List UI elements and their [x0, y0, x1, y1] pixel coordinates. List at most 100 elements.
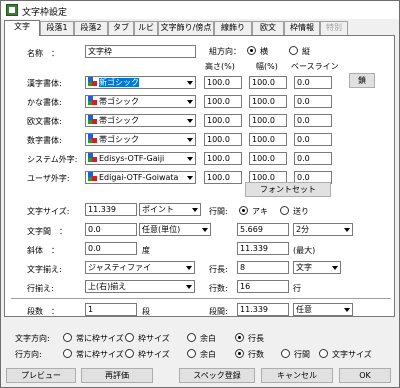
tab-item[interactable]: 段落2 [74, 21, 108, 35]
font-row-label: 数字書体: [27, 136, 62, 145]
text-direction-radio[interactable] [63, 333, 72, 342]
chevron-down-icon [183, 281, 194, 292]
tab-item[interactable]: 欧文 [252, 21, 284, 35]
font-row-label: 漢字書体: [27, 79, 62, 88]
reevaluate-button[interactable]: 再評価 [81, 368, 153, 383]
line-spacing-okuri-radio[interactable] [280, 206, 289, 215]
font-height-input[interactable]: 100.0 [204, 152, 242, 165]
line-align-value: 上(右)揃え [88, 282, 127, 291]
font-baseline-input[interactable]: 0.0 [294, 95, 332, 108]
font-select[interactable]: 新ゴシック [85, 76, 196, 89]
app-icon [6, 4, 18, 16]
font-row-label: かな書体: [27, 98, 62, 107]
tab-item[interactable]: ルビ [134, 21, 158, 35]
font-size-label: 文字サイズ: [27, 207, 70, 216]
line-count-input[interactable]: 16 [237, 280, 289, 293]
direction-yoko-label: 横 [260, 47, 268, 56]
text-direction-radio[interactable] [235, 333, 244, 342]
font-baseline-input[interactable]: 0.0 [294, 114, 332, 127]
name-input[interactable]: 文字枠 [85, 45, 196, 58]
font-width-input[interactable]: 100.0 [249, 133, 287, 146]
font-width-input[interactable]: 100.0 [249, 114, 287, 127]
font-height-input[interactable]: 100.0 [204, 114, 242, 127]
font-width-input[interactable]: 100.0 [249, 152, 287, 165]
tab-item[interactable]: 枠情報 [284, 21, 320, 35]
font-select[interactable]: 帯ゴシック [85, 133, 196, 146]
column-gap-label: 段間: [209, 307, 228, 316]
font-type-icon [88, 96, 97, 105]
font-width-input[interactable]: 100.0 [249, 76, 287, 89]
line-spacing-unit-select[interactable]: 2分 [293, 223, 353, 236]
char-align-select[interactable]: ジャスティファイ [85, 261, 195, 274]
columns-input[interactable]: 1 [85, 303, 137, 316]
font-baseline-input[interactable]: 0.0 [294, 76, 332, 89]
tab-item[interactable]: 文字飾り/傍点 [158, 21, 214, 35]
font-select[interactable]: Edisys-OTF-Gaiji [85, 152, 196, 165]
line-direction-radio[interactable] [281, 349, 290, 358]
line-direction-option: 余白 [200, 350, 216, 359]
columns-unit: 段 [142, 307, 150, 316]
line-spacing-max-note: (最大) [293, 246, 316, 255]
text-direction-option: 常に枠サイズ [76, 334, 124, 343]
line-direction-radio[interactable] [125, 349, 134, 358]
font-baseline-input[interactable]: 0.0 [294, 152, 332, 165]
chevron-down-icon [341, 304, 352, 315]
char-spacing-unit: 任意(単位) [142, 225, 181, 234]
font-name: 帯ゴシック [99, 116, 139, 125]
direction-tate-radio[interactable] [289, 46, 298, 55]
line-direction-option: 行間 [294, 350, 310, 359]
font-name: 新ゴシック [99, 78, 139, 87]
font-type-icon [88, 153, 97, 162]
font-width-input[interactable]: 100.0 [249, 95, 287, 108]
font-select[interactable]: 帯ゴシック [85, 114, 196, 127]
text-direction-label: 文字方向: [15, 334, 50, 343]
preview-button[interactable]: プレビュー [6, 368, 76, 383]
line-direction-radio[interactable] [187, 349, 196, 358]
text-direction-radio[interactable] [187, 333, 196, 342]
line-align-select[interactable]: 上(右)揃え [85, 280, 195, 293]
column-gap-input[interactable]: 11.339 [237, 303, 289, 316]
spec-register-button[interactable]: スペック登録 [179, 368, 255, 383]
ok-button[interactable]: OK [339, 368, 391, 383]
line-direction-radio[interactable] [319, 349, 328, 358]
line-length-input[interactable]: 8 [237, 261, 289, 274]
text-direction-option: 行長 [248, 334, 264, 343]
font-size-input[interactable]: 11.339 [85, 203, 137, 216]
font-height-input[interactable]: 100.0 [204, 76, 242, 89]
font-select[interactable]: 帯ゴシック [85, 95, 196, 108]
slant-input[interactable]: 0.0 [85, 242, 137, 255]
font-baseline-input[interactable]: 0.0 [294, 133, 332, 146]
tab-item[interactable]: 文字 [4, 20, 40, 36]
direction-yoko-radio[interactable] [247, 46, 256, 55]
font-height-input[interactable]: 100.0 [204, 95, 242, 108]
column-gap-unit-select[interactable]: 任意 [293, 303, 353, 316]
font-set-button[interactable]: フォントセット [245, 182, 331, 197]
font-select[interactable]: Edigai-OTF-Goiwata [85, 171, 196, 184]
line-spacing-input[interactable]: 5.669 [237, 223, 289, 236]
font-size-unit-select[interactable]: ポイント [139, 203, 201, 216]
text-direction-radio[interactable] [125, 333, 134, 342]
tab-item[interactable]: 段落1 [40, 21, 74, 35]
line-length-unit-select[interactable]: 文字 [293, 261, 341, 274]
tab-item[interactable]: 線飾り [214, 21, 252, 35]
line-direction-option: 文字サイズ [332, 350, 372, 359]
link-button[interactable]: 鎖 [349, 73, 375, 88]
cancel-button[interactable]: キャンセル [261, 368, 333, 383]
slant-label: 斜体 ： [27, 246, 59, 255]
height-header: 高さ(%) [205, 62, 235, 71]
line-direction-radio[interactable] [235, 349, 244, 358]
line-spacing-max-input[interactable]: 11.339 [237, 242, 289, 255]
line-spacing-aki-radio[interactable] [239, 206, 248, 215]
font-height-input[interactable]: 100.0 [204, 133, 242, 146]
font-height-input[interactable]: 100.0 [204, 171, 242, 184]
line-align-label: 行揃え: [27, 284, 54, 293]
char-spacing-unit-select[interactable]: 任意(単位) [139, 223, 211, 236]
line-direction-radio[interactable] [63, 349, 72, 358]
font-type-icon [88, 115, 97, 124]
chevron-down-icon [184, 96, 195, 107]
char-align-value: ジャスティファイ [88, 263, 152, 272]
char-spacing-input[interactable]: 0.0 [85, 223, 137, 236]
window-title: 文字枠設定 [22, 8, 68, 18]
tab-item[interactable]: タブ [108, 21, 134, 35]
font-row-label: 欧文書体: [27, 117, 62, 126]
